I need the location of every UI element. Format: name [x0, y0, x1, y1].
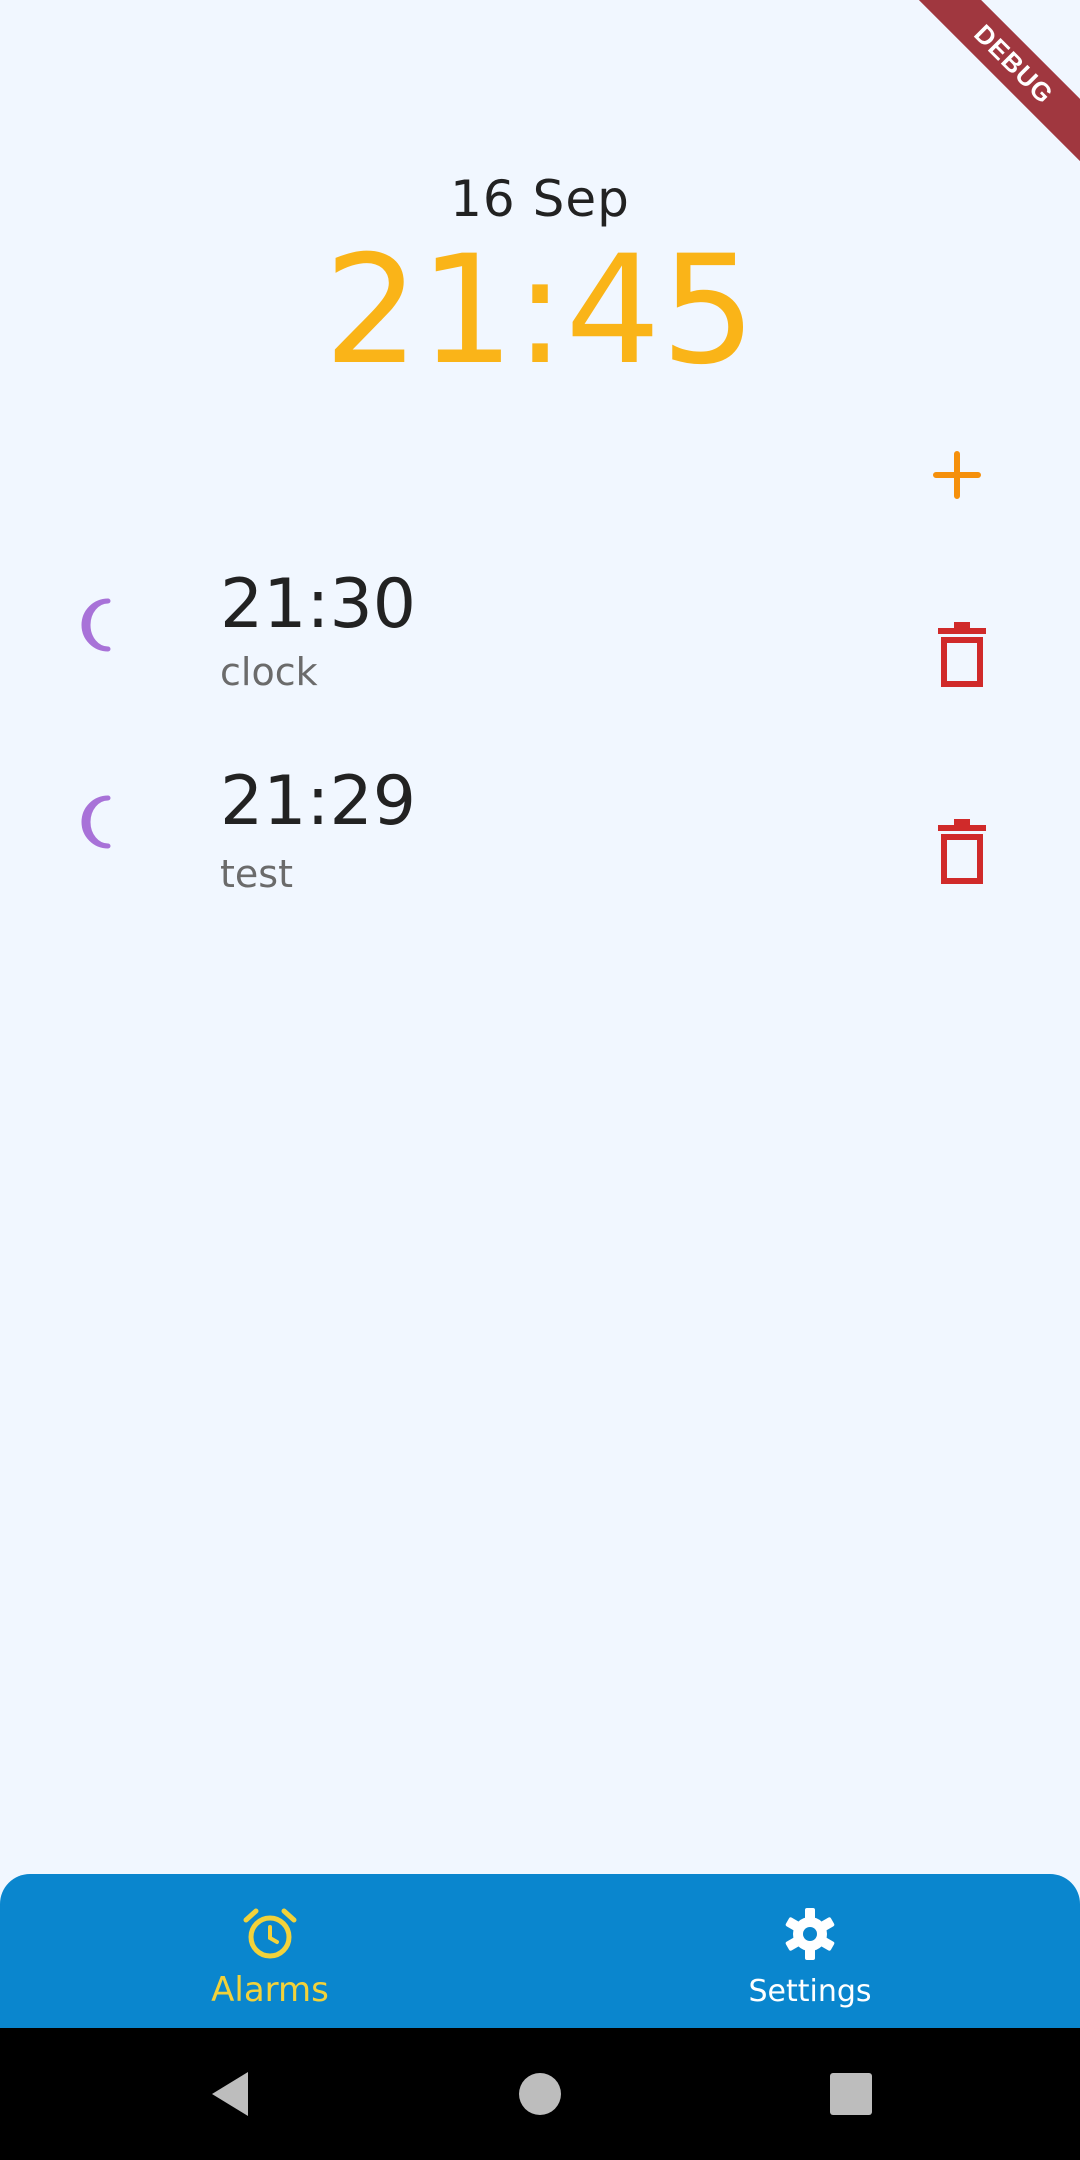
moon-icon — [81, 598, 111, 652]
nav-item-settings[interactable]: Settings — [540, 1874, 1080, 2028]
debug-banner-label: DEBUG — [910, 0, 1080, 170]
alarm-item[interactable]: 21:30 clock — [0, 565, 1080, 715]
gear-icon — [785, 1908, 835, 1960]
recents-icon[interactable] — [821, 2064, 881, 2124]
nav-item-alarms[interactable]: Alarms — [0, 1874, 540, 2028]
trash-icon[interactable] — [932, 620, 992, 690]
nav-label-settings: Settings — [748, 1974, 872, 2009]
home-icon[interactable] — [510, 2064, 570, 2124]
alarm-label: test — [220, 852, 293, 896]
system-navigation-bar — [0, 2028, 1080, 2160]
current-datetime: 16 Sep 21:45 — [0, 170, 1080, 386]
alarm-time: 21:30 — [220, 565, 416, 644]
alarm-item[interactable]: 21:29 test — [0, 762, 1080, 912]
trash-icon[interactable] — [932, 817, 992, 887]
nav-label-alarms: Alarms — [211, 1970, 329, 2010]
alarm-time: 21:29 — [220, 762, 416, 841]
back-icon[interactable] — [200, 2064, 260, 2124]
bottom-navigation: Alarms Settings — [0, 1874, 1080, 2028]
debug-banner: DEBUG — [910, 0, 1080, 170]
current-time: 21:45 — [323, 224, 757, 398]
moon-icon — [81, 795, 111, 849]
plus-icon — [933, 451, 981, 499]
alarm-clock-icon — [243, 1908, 297, 1959]
add-alarm-button[interactable] — [922, 440, 992, 510]
current-date: 16 Sep — [450, 170, 630, 228]
alarm-label: clock — [220, 650, 318, 694]
